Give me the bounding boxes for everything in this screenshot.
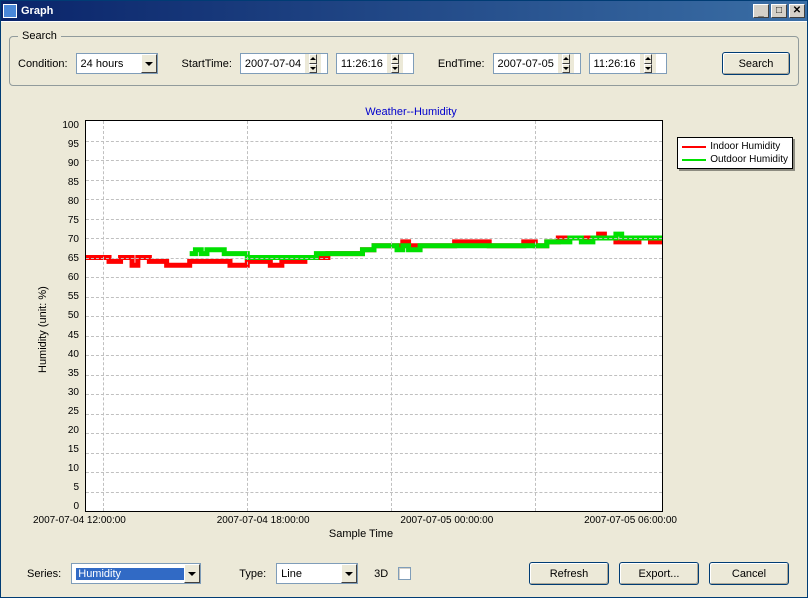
spinner-up-icon[interactable] bbox=[309, 54, 317, 64]
search-button[interactable]: Search bbox=[722, 52, 790, 75]
search-legend: Search bbox=[18, 30, 61, 42]
endtime-label: EndTime: bbox=[438, 58, 485, 70]
series-label: Series: bbox=[27, 568, 61, 580]
x-ticks: 2007-07-04 12:00:002007-07-04 18:00:0020… bbox=[33, 512, 677, 526]
type-label: Type: bbox=[239, 568, 266, 580]
y-ticks: 1009590858075706560555045403530252015105… bbox=[55, 120, 81, 512]
app-icon bbox=[3, 4, 17, 18]
chevron-down-icon[interactable] bbox=[141, 54, 157, 73]
chevron-down-icon[interactable] bbox=[341, 564, 357, 583]
chart-legend: Indoor HumidityOutdoor Humidity bbox=[677, 137, 793, 169]
spinner-up-icon[interactable] bbox=[562, 54, 570, 64]
type-combo[interactable]: Line bbox=[276, 563, 358, 584]
cancel-button[interactable]: Cancel bbox=[709, 562, 789, 585]
condition-label: Condition: bbox=[18, 58, 68, 70]
start-time-value: 11:26:16 bbox=[341, 58, 383, 70]
export-button[interactable]: Export... bbox=[619, 562, 699, 585]
bottom-toolbar: Series: Humidity Type: Line 3D Refresh E… bbox=[9, 554, 799, 593]
search-group: Search Condition: 24 hours StartTime: 20… bbox=[9, 30, 799, 86]
maximize-button[interactable]: □ bbox=[771, 4, 787, 18]
client-area: Search Condition: 24 hours StartTime: 20… bbox=[1, 21, 807, 597]
series-combo[interactable]: Humidity bbox=[71, 563, 201, 584]
condition-combo[interactable]: 24 hours bbox=[76, 53, 158, 74]
chevron-down-icon[interactable] bbox=[184, 564, 200, 583]
end-date-value: 2007-07-05 bbox=[498, 58, 554, 70]
spinner-up-icon[interactable] bbox=[391, 54, 399, 64]
graph-window: Graph _ □ ✕ Search Condition: 24 hours S… bbox=[0, 0, 808, 598]
condition-value: 24 hours bbox=[81, 58, 124, 70]
start-time-input[interactable]: 11:26:16 bbox=[336, 53, 414, 74]
start-date-input[interactable]: 2007-07-04 bbox=[240, 53, 328, 74]
spinner-down-icon[interactable] bbox=[562, 64, 570, 74]
type-value: Line bbox=[281, 568, 302, 580]
threeD-label: 3D bbox=[374, 568, 388, 580]
series-value: Humidity bbox=[76, 568, 184, 580]
start-date-value: 2007-07-04 bbox=[245, 58, 301, 70]
end-time-input[interactable]: 11:26:16 bbox=[589, 53, 667, 74]
spinner-up-icon[interactable] bbox=[644, 54, 652, 64]
close-button[interactable]: ✕ bbox=[789, 4, 805, 18]
spinner-down-icon[interactable] bbox=[309, 64, 317, 74]
refresh-button[interactable]: Refresh bbox=[529, 562, 609, 585]
end-time-value: 11:26:16 bbox=[594, 58, 636, 70]
spinner-down-icon[interactable] bbox=[644, 64, 652, 74]
chart-title: Weather--Humidity bbox=[35, 106, 787, 118]
window-title: Graph bbox=[21, 5, 53, 17]
x-axis-label: Sample Time bbox=[55, 528, 667, 540]
end-date-input[interactable]: 2007-07-05 bbox=[493, 53, 581, 74]
title-bar: Graph _ □ ✕ bbox=[1, 1, 807, 21]
minimize-button[interactable]: _ bbox=[753, 4, 769, 18]
threeD-checkbox[interactable] bbox=[398, 567, 411, 580]
spinner-down-icon[interactable] bbox=[391, 64, 399, 74]
plot-area bbox=[85, 120, 663, 512]
y-axis-label: Humidity (unit: %) bbox=[35, 120, 49, 540]
starttime-label: StartTime: bbox=[182, 58, 232, 70]
